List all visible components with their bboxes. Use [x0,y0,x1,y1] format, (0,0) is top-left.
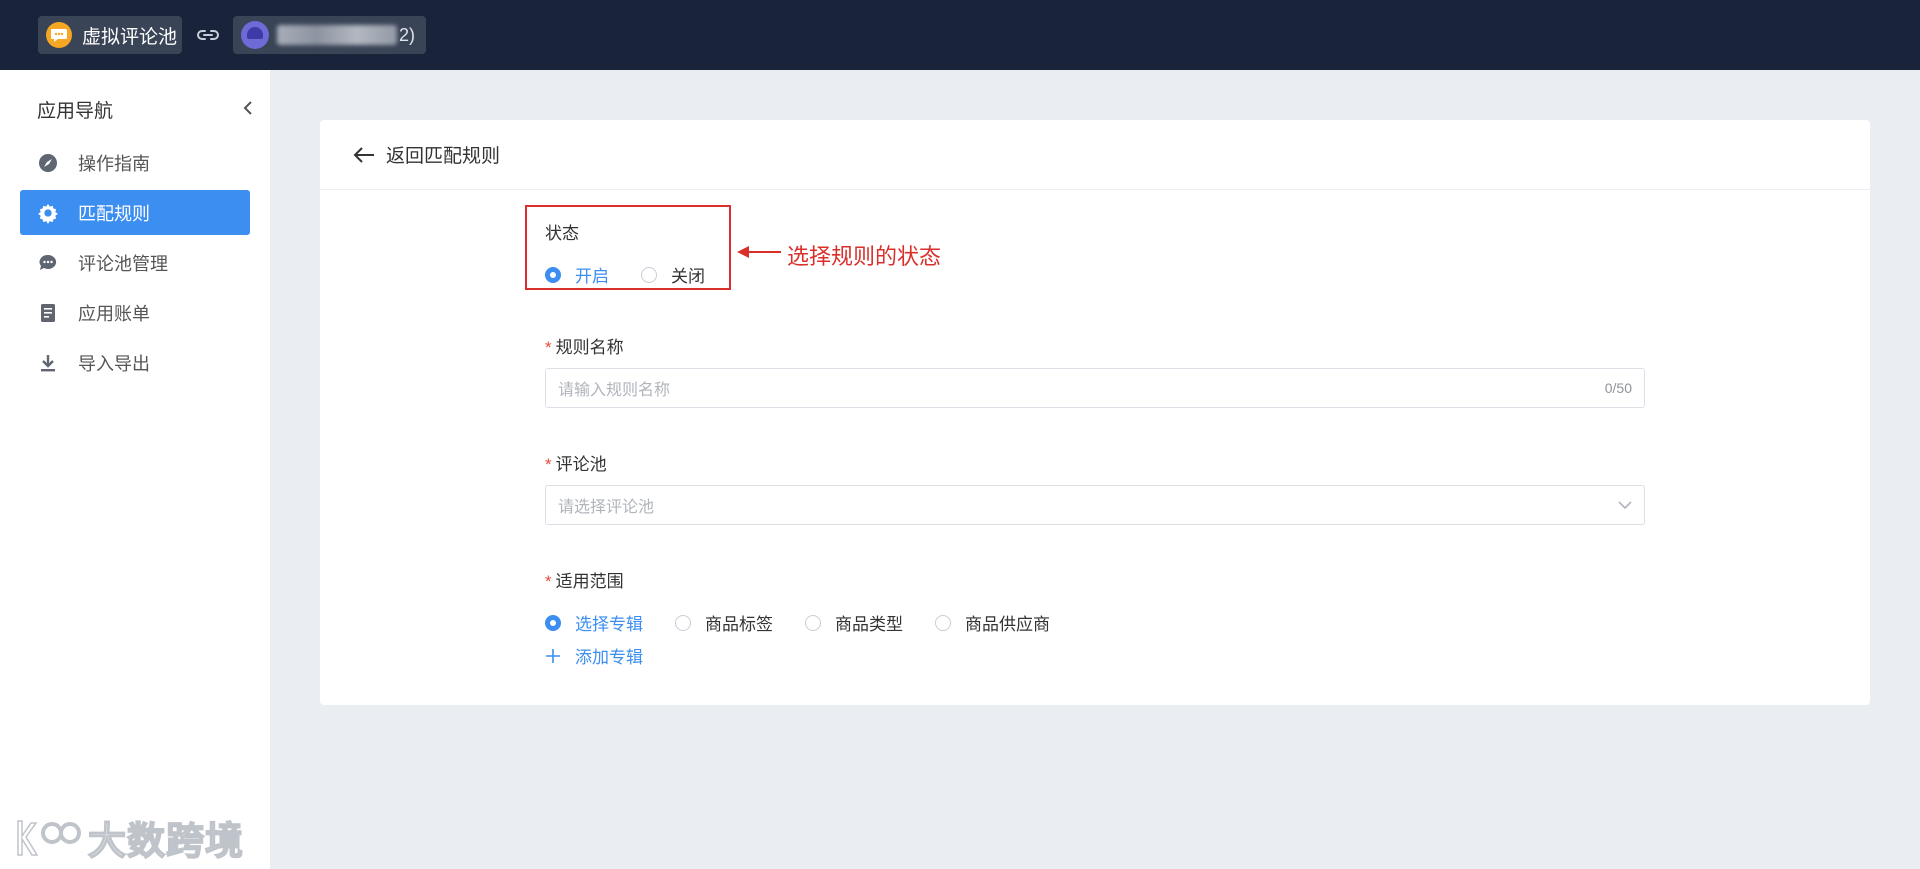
scope-tag-radio[interactable]: 商品标签 [675,610,773,635]
cloud-avatar-icon [241,21,269,49]
radio-dot [805,614,821,631]
arrow-left-icon[interactable] [352,145,376,165]
sidebar-item-match-rules[interactable]: 匹配规则 [20,190,250,235]
sidebar-item-guide[interactable]: 操作指南 [20,140,250,185]
status-off-radio[interactable]: 关闭 [641,262,705,287]
add-album-label: 添加专辑 [575,648,643,667]
radio-label: 关闭 [671,267,705,286]
comment-pool-label: * 评论池 [545,455,607,474]
char-counter: 0/50 [1604,380,1632,396]
sidebar-item-label: 应用账单 [78,303,150,324]
nav-list: 操作指南 匹配规则 评论池管理 应用账单 导入导出 [20,140,250,390]
top-bar: 虚拟评论池 2) [0,0,1920,70]
radio-label: 商品类型 [835,615,903,634]
radio-dot [675,614,691,631]
sidebar-item-label: 评论池管理 [78,253,168,274]
compass-icon [38,153,58,173]
radio-dot [545,266,561,283]
sidebar-item-label: 匹配规则 [78,203,150,224]
comment-pool-label-text: 评论池 [555,455,607,474]
status-label: 状态 [545,224,579,243]
annotation-arrow-icon [737,246,781,258]
radio-label: 商品标签 [705,615,773,634]
watermark-text: 大数跨境 [87,820,245,864]
scope-album-radio[interactable]: 选择专辑 [545,610,643,635]
rule-editor-card: 返回匹配规则 状态 开启 关闭 选择规则的状态 * 规则名称 请输入规则名称 0/… [320,120,1870,705]
chevron-left-icon[interactable] [238,96,258,120]
sidebar-item-bills[interactable]: 应用账单 [20,290,250,335]
rule-name-label: * 规则名称 [545,338,624,357]
status-on-radio[interactable]: 开启 [545,262,609,287]
rule-name-placeholder: 请输入规则名称 [558,382,671,399]
bill-icon [38,303,58,323]
store-name-suffix: 2) [399,24,416,45]
radio-dot [545,614,561,631]
radio-label: 开启 [575,267,609,286]
add-album-button[interactable]: 添加专辑 [545,643,643,668]
nav-title: 应用导航 [37,101,114,122]
comment-pool-placeholder: 请选择评论池 [558,499,655,516]
sidebar: 应用导航 操作指南 匹配规则 评论池管理 应用账单 导入导出 大数跨境 [0,70,270,869]
radio-dot [641,266,657,283]
scope-label: * 适用范围 [545,572,624,591]
radio-dot [935,614,951,631]
comment-pool-select[interactable]: 请选择评论池 [545,485,1645,525]
link-icon[interactable] [196,24,220,46]
watermark-logo-icon [17,819,81,856]
app-name: 虚拟评论池 [82,26,178,48]
plus-icon [546,648,560,663]
store-name-redacted [277,25,397,45]
scope-type-radio[interactable]: 商品类型 [805,610,903,635]
app-switcher[interactable]: 虚拟评论池 [38,16,182,54]
annotation-text: 选择规则的状态 [787,245,942,270]
scope-radio-group: 选择专辑 商品标签 商品类型 商品供应商 [545,610,1082,635]
status-radio-group: 开启 关闭 [545,262,737,287]
scope-label-text: 适用范围 [555,572,624,591]
sidebar-item-label: 操作指南 [78,153,150,174]
sidebar-item-comment-pool[interactable]: 评论池管理 [20,240,250,285]
chat-bubble-icon [46,22,72,48]
sidebar-item-import-export[interactable]: 导入导出 [20,340,250,385]
card-header: 返回匹配规则 [320,120,1870,190]
gear-icon [38,203,58,224]
sidebar-item-label: 导入导出 [78,353,150,374]
radio-label: 选择专辑 [575,615,643,634]
back-to-rules-link[interactable]: 返回匹配规则 [386,141,500,168]
download-icon [38,353,58,373]
chevron-down-icon [1618,501,1632,510]
radio-label: 商品供应商 [965,615,1050,634]
store-switcher[interactable]: 2) [233,16,426,54]
comment-icon [38,253,58,273]
watermark: 大数跨境 [12,810,244,865]
rule-name-input[interactable]: 请输入规则名称 0/50 [545,368,1645,408]
rule-name-label-text: 规则名称 [555,338,624,357]
scope-vendor-radio[interactable]: 商品供应商 [935,610,1050,635]
